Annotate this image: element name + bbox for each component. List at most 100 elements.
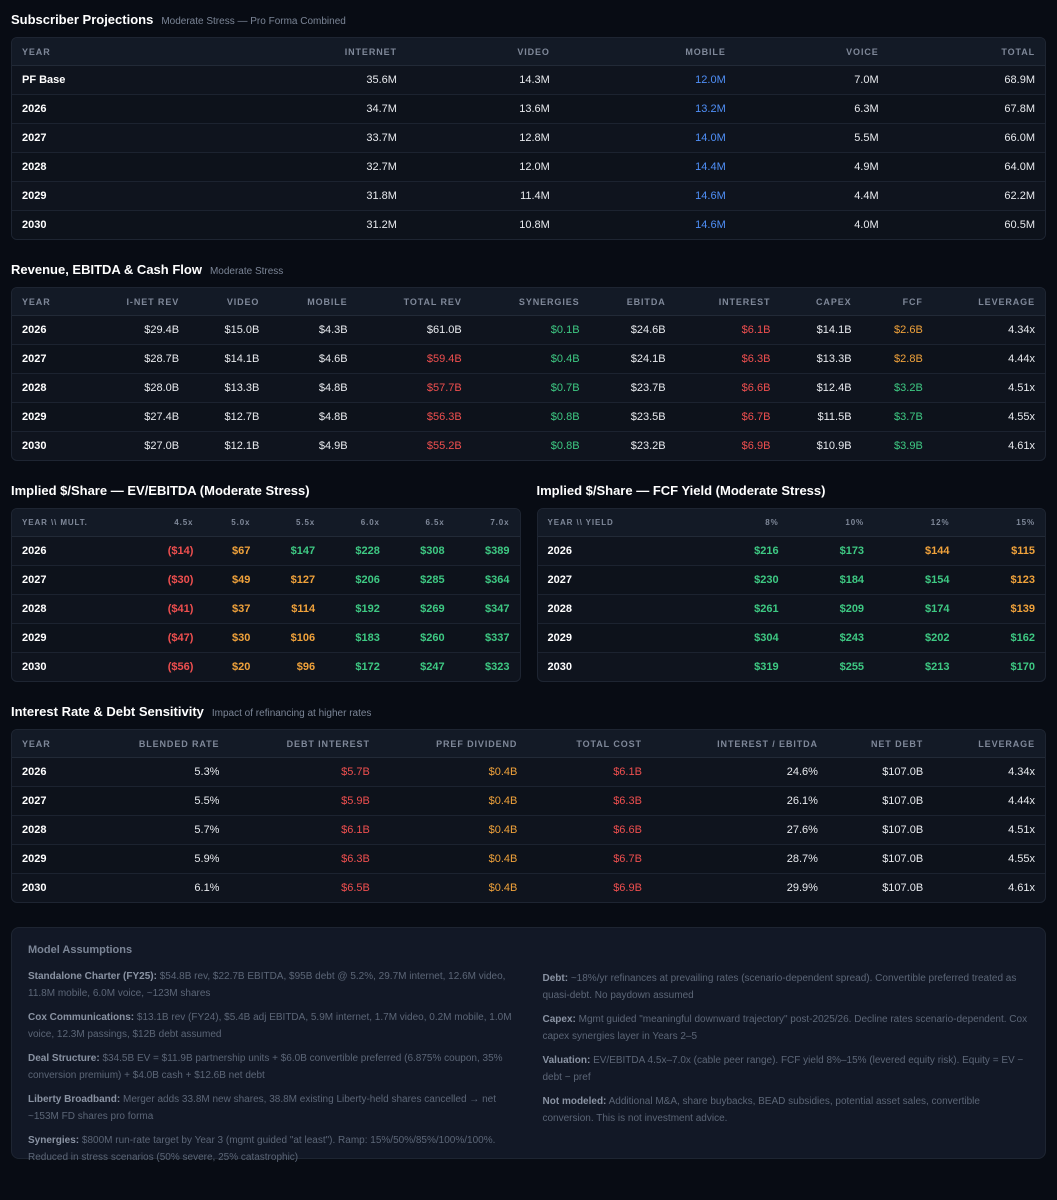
table-cell: $107.0B (882, 882, 924, 894)
table-cell: $4.8B (269, 402, 358, 432)
table-cell: $6.9B (741, 440, 771, 452)
column-header: CAPEX (780, 288, 862, 316)
column-header: NET DEBT (827, 730, 934, 758)
table-cell: 5.7% (82, 815, 230, 845)
table-row: 2026 34.7M 13.6M 13.2M 6.3M 67.8M (12, 94, 1045, 124)
table-cell: $183 (325, 623, 390, 653)
table-cell: 7.0M (735, 65, 889, 95)
table-cell: $6.6B (675, 373, 781, 403)
column-header: TOTAL (888, 38, 1045, 66)
table-cell: 6.3M (735, 94, 889, 124)
column-header: INTERNET (196, 38, 407, 66)
ev-ebitda-section-header: Implied $/Share — EV/EBITDA (Moderate St… (11, 483, 521, 498)
table-cell: $304 (703, 623, 789, 653)
table-cell: $230 (703, 565, 789, 595)
revenue-subtitle: Moderate Stress (209, 266, 284, 277)
table-cell: $12.4B (780, 373, 862, 403)
column-header: YEAR (12, 730, 83, 758)
column-header: EBITDA (589, 288, 676, 316)
column-header: YEAR (12, 288, 84, 316)
table-cell: $6.3B (527, 786, 652, 816)
column-header: 10% (788, 509, 875, 537)
table-cell: $3.9B (894, 440, 923, 452)
table-cell: $209 (788, 594, 875, 624)
fcf-yield-title: Implied $/Share — FCF Yield (Moderate St… (536, 483, 826, 498)
table-row: 2028 $261 $209 $174 $139 (537, 594, 1045, 624)
table-cell: $0.4B (379, 844, 528, 874)
table-cell: 13.6M (406, 94, 560, 124)
table-cell: $49 (203, 565, 261, 595)
table-cell: $337 (454, 623, 520, 653)
table-cell: $10.9B (816, 440, 852, 452)
table-cell: 14.6M (559, 181, 736, 211)
assumption-item: Standalone Charter (FY25): $54.8B rev, $… (28, 968, 515, 1002)
table-cell: $162 (959, 623, 1045, 653)
interest-subtitle: Impact of refinancing at higher rates (211, 708, 372, 719)
table-row: 2029 31.8M 11.4M 14.6M 4.4M 62.2M (12, 181, 1045, 211)
subscriber-table: YEAR INTERNET VIDEO MOBILE VOICE TOTAL PF Bas… (12, 38, 1045, 239)
assumption-label: Not modeled: (542, 1096, 607, 1107)
table-cell: 66.0M (888, 123, 1045, 153)
table-cell: 4.51x (933, 815, 1045, 845)
table-cell: $12.1B (224, 440, 260, 452)
table-cell: $0.1B (471, 315, 590, 345)
assumption-label: Standalone Charter (FY25): (28, 971, 157, 982)
table-cell: ($30) (136, 565, 204, 595)
table-cell: 33.7M (196, 123, 407, 153)
table-cell: $319 (754, 661, 779, 673)
table-row: 2027 5.5% $5.9B $0.4B $6.3B 26.1% $107.0B 4.44x (12, 786, 1045, 816)
row-label: 2028 (12, 152, 197, 182)
column-header: 4.5x (136, 509, 204, 537)
table-cell: $106 (260, 623, 326, 653)
row-label: 2026 (12, 315, 84, 345)
table-row: 2029 $27.4B $12.7B $4.8B $56.3B $0.8B $23.5B $6… (12, 402, 1045, 432)
table-cell: $4.3B (269, 315, 358, 345)
table-cell: $216 (703, 536, 789, 566)
table-cell: $56.3B (357, 402, 472, 432)
table-cell: $192 (325, 594, 390, 624)
column-header: LEVERAGE (932, 288, 1045, 316)
assumption-label: Liberty Broadband: (28, 1094, 121, 1105)
table-cell: $347 (454, 594, 520, 624)
table-cell: $4.9B (318, 440, 348, 452)
table-cell: $4.6B (269, 344, 358, 374)
table-cell: $247 (420, 661, 445, 673)
column-header: VIDEO (406, 38, 560, 66)
assumption-text: $34.5B EV = $11.9B partnership units + $… (28, 1053, 503, 1081)
assumption-text: $800M run-rate target by Year 3 (mgmt gu… (28, 1135, 496, 1163)
fcf-yield-section-header: Implied $/Share — FCF Yield (Moderate St… (537, 483, 1047, 498)
table-cell: $127 (260, 565, 326, 595)
table-cell: $6.1B (527, 757, 652, 787)
assumption-item: Cox Communications: $13.1B rev (FY24), $… (28, 1009, 515, 1043)
assumption-item: Synergies: $800M run-rate target by Year… (28, 1132, 515, 1166)
revenue-title: Revenue, EBITDA & Cash Flow (11, 262, 202, 277)
table-row: 2028 32.7M 12.0M 14.4M 4.9M 64.0M (12, 152, 1045, 182)
table-cell: 34.7M (196, 94, 407, 124)
row-label: 2029 (12, 844, 83, 874)
revenue-table-card: YEAR I-NET REV VIDEO MOBILE TOTAL REV SYNERGI… (11, 287, 1046, 461)
table-row: 2030 6.1% $6.5B $0.4B $6.9B 29.9% $107.0B 4.61x (12, 874, 1045, 903)
table-cell: $3.2B (861, 373, 933, 403)
table-cell: $14.1B (780, 315, 862, 345)
table-cell: $6.3B (675, 344, 781, 374)
table-cell: 6.1% (194, 882, 220, 894)
table-row: 2030 $319 $255 $213 $170 (538, 653, 1046, 682)
column-header: SYNERGIES (471, 288, 590, 316)
table-cell: $55.2B (426, 440, 462, 452)
table-cell: $4.8B (269, 373, 358, 403)
column-header: TOTAL COST (527, 730, 652, 758)
column-header: 15% (959, 509, 1045, 537)
interest-title: Interest Rate & Debt Sensitivity (11, 704, 204, 719)
table-cell: $144 (874, 536, 960, 566)
row-label: 2029 (12, 181, 197, 211)
column-header: DEBT INTEREST (229, 730, 380, 758)
table-cell: $213 (925, 661, 950, 673)
table-cell: $154 (874, 565, 960, 595)
assumption-text: ~18%/yr refinances at prevailing rates (… (542, 973, 1017, 1001)
table-cell: $173 (788, 536, 875, 566)
table-cell: $323 (485, 661, 510, 673)
table-cell: $107.0B (827, 757, 934, 787)
table-cell: $0.4B (379, 815, 528, 845)
column-header: I-NET REV (83, 288, 190, 316)
ev-ebitda-table: YEAR \\ MULT. 4.5x 5.0x 5.5x 6.0x 6.5x 7.0x 20… (12, 509, 520, 681)
